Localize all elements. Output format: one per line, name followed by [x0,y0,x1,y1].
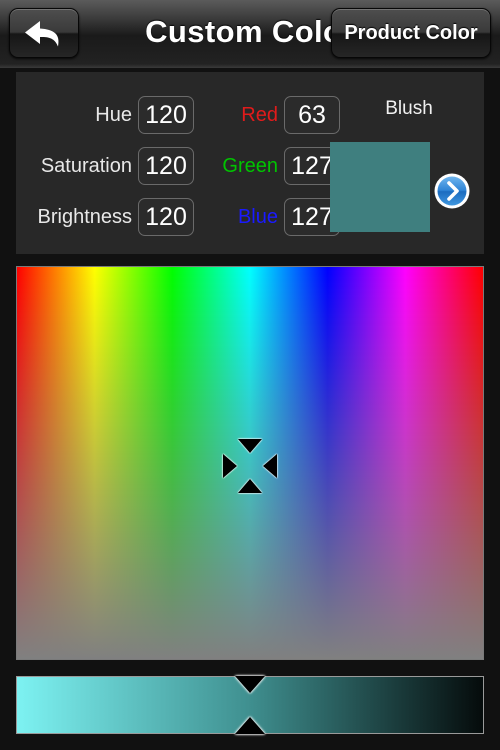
color-preview-swatch [330,142,430,232]
desaturation-overlay-layer [17,267,483,659]
green-label: Green [222,155,278,177]
back-button[interactable] [9,8,79,58]
red-label: Red [241,104,278,126]
custom-color-screen: Custom Color Product Color Hue 120 Satur… [0,0,500,750]
blue-field-row: Blue 127 [16,198,340,236]
saturation-value-gradient[interactable] [16,266,484,660]
navigation-bar: Custom Color Product Color [0,0,500,68]
brightness-slider[interactable] [16,676,484,734]
color-name-label: Blush [385,98,433,119]
red-field-row: Red 63 [16,96,340,134]
chevron-right-circle-icon [433,173,471,214]
next-button[interactable] [433,172,471,210]
red-input[interactable]: 63 [284,96,340,134]
brightness-gradient-track [17,677,483,733]
blue-label: Blue [237,206,278,228]
green-field-row: Green 127 [16,147,340,185]
product-color-button[interactable]: Product Color [331,8,491,58]
color-values-panel: Hue 120 Saturation 120 Brightness 120 Re… [16,72,484,254]
